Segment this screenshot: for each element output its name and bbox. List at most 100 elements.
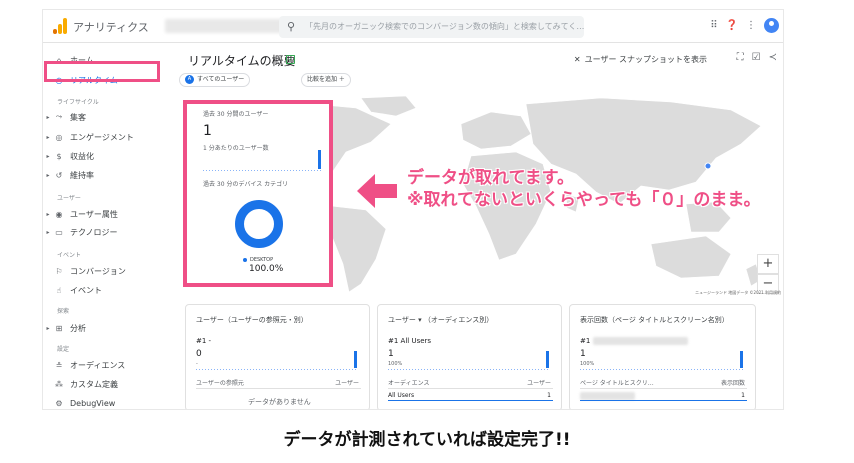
user-snapshot-button[interactable]: ✕ ユーザー スナップショットを表示 [574,54,707,65]
section-settings: 設定 [57,346,70,353]
card-users-by-audience: ユーザー ▾ （オーディエンス別） #1 All Users 1 100% オー… [377,304,562,409]
page-title: リアルタイムの概要 [188,54,296,68]
sidebar-item-retention[interactable]: ▸ ↺ 維持率 [43,167,171,183]
edit-icon[interactable]: ☑ [752,52,761,63]
monetization-icon: $ [56,151,62,161]
rank-number: #1 [580,337,591,345]
search-icon: ⚲ [287,20,296,33]
page-actions: ⛶ ☑ ≺ [737,52,777,63]
divider [388,388,553,389]
realtime-users-card: 過去 30 分間のユーザー 1 1 分あたりのユーザー数 過去 30 分のデバイ… [183,100,333,287]
card-baseline [580,369,744,370]
row-label[interactable]: All Users [388,392,414,399]
row-value: 1 [547,392,551,399]
card-sub: - [196,361,198,367]
touch-icon: ☝ [56,285,62,295]
map-credit: ニュージーランド 地図データ ©2021 利用規約 [695,290,781,295]
device-legend: DESKTOP [243,257,273,263]
sidebar-item-label: オーディエンス [70,360,126,370]
row-label-redacted [580,392,635,400]
debug-icon: ⚙ [55,398,63,408]
sidebar-item-debugview[interactable]: ⚙ DebugView [43,395,171,409]
col-header-left: ページ タイトルとスクリ… [580,380,654,387]
custom-icon: ⁂ [55,379,63,389]
sidebar-item-technology[interactable]: ▸ ▭ テクノロジー [43,224,171,240]
add-comparison-button[interactable]: 比較を追加 ＋ [301,73,351,87]
apps-grid-icon[interactable]: ⠿ [710,20,717,31]
search-bar[interactable]: ⚲ 「先月のオーガニック検索でのコンバージョン数の傾向」と検索してみてく… [279,16,584,38]
sidebar-item-acquisition[interactable]: ▸ ⤳ 集客 [43,109,171,125]
card-value: 0 [196,349,202,359]
section-explore: 探索 [57,308,70,315]
card-rank: #1 [580,337,688,345]
share-icon[interactable]: ≺ [769,52,777,63]
callout-arrow-icon [357,174,397,208]
col-header-right: ユーザー [527,380,551,387]
users-30min-label: 過去 30 分間のユーザー [203,111,269,118]
sidebar-item-label: 分析 [70,323,86,333]
sidebar-item-label: テクノロジー [70,227,118,237]
retention-icon: ↺ [55,170,63,180]
fullscreen-icon[interactable]: ⛶ [737,52,744,63]
col-header-left: オーディエンス [388,380,430,387]
device-donut-chart[interactable] [235,200,283,248]
legend-label: DESKTOP [250,257,274,263]
callout-line-2: ※取れてないといくらやっても「０」のまま。 [407,190,761,210]
device-category-label: 過去 30 分のデバイス カテゴリ [203,181,289,188]
sidebar-item-label: 収益化 [70,151,94,161]
card-sub: 100% [388,361,403,367]
sidebar-item-demographics[interactable]: ▸ ◉ ユーザー属性 [43,206,171,222]
callout-annotation: データが取れてます。 ※取れてないといくらやっても「０」のまま。 [407,167,761,211]
divider [580,388,747,389]
users-30min-value: 1 [203,123,212,139]
top-icons: ⠿ ❓ ⋮ [710,18,779,33]
card-value: 1 [388,349,394,359]
per-minute-label: 1 分あたりのユーザー数 [203,145,269,152]
sidebar-item-label: 維持率 [70,170,94,180]
globe-icon: ◉ [55,209,63,219]
section-lifecycle: ライフサイクル [57,99,99,106]
chip-label: すべてのユーザー [197,76,245,83]
card-bar [354,351,357,368]
audience-icon: ≗ [55,360,63,370]
col-header-left: ユーザーの参照元 [196,380,244,387]
zoom-in-button[interactable]: + [757,254,779,274]
sidebar-item-monetization[interactable]: ▸ $ 収益化 [43,148,171,164]
card-users-by-source: ユーザー（ユーザーの参照元・別） #1 - 0 - ユーザーの参照元 ユーザー … [185,304,370,409]
sidebar-item-engagement[interactable]: ▸ ◎ エンゲージメント [43,129,171,145]
sidebar-item-analysis[interactable]: ▸ ⊞ 分析 [43,320,171,336]
more-vert-icon[interactable]: ⋮ [746,20,756,31]
card-title: 表示回数（ページ タイトルとスクリーン名別） [580,316,729,324]
acquisition-icon: ⤳ [55,112,63,121]
check-icon[interactable]: ✓ [286,55,295,64]
card-title[interactable]: ユーザー ▾ （オーディエンス別） [388,315,493,325]
all-users-chip[interactable]: A すべてのユーザー [179,73,251,87]
avatar[interactable] [764,18,779,33]
snapshot-label: ユーザー スナップショットを表示 [584,55,707,64]
help-icon[interactable]: ❓ [726,20,738,31]
app-title: アナリティクス [73,21,149,34]
sidebar-item-label: コンバージョン [70,266,126,276]
divider [196,388,361,389]
account-selector[interactable] [165,19,283,33]
flag-icon: ⚐ [55,266,63,276]
col-header-right: 表示回数 [720,380,745,387]
segment-badge: A [185,75,194,84]
sidebar-item-events[interactable]: ☝ イベント [43,282,171,298]
card-baseline [196,369,358,370]
card-baseline [388,369,550,370]
sidebar-item-label: ユーザー属性 [70,209,118,219]
analytics-logo-icon[interactable] [53,18,67,34]
card-bar [546,351,549,368]
sidebar-nav: ⌂ ホーム ◷ リアルタイム ライフサイクル ▸ ⤳ 集客 ▸ ◎ エンゲージメント… [43,44,171,409]
sidebar-item-custom-definitions[interactable]: ⁂ カスタム定義 [43,376,171,392]
card-bar [740,351,743,368]
callout-line-1: データが取れてます。 [407,168,574,188]
bottom-caption: データが計測されていれば設定完了!! [283,430,571,450]
redacted-text [580,392,635,400]
sidebar-item-conversion[interactable]: ⚐ コンバージョン [43,263,171,279]
sidebar-item-audience[interactable]: ≗ オーディエンス [43,357,171,373]
card-views-by-page: 表示回数（ページ タイトルとスクリーン名別） #1 1 100% ページ タイト… [569,304,756,409]
sidebar-item-label: DebugView [70,398,116,408]
row-bar [388,400,553,401]
